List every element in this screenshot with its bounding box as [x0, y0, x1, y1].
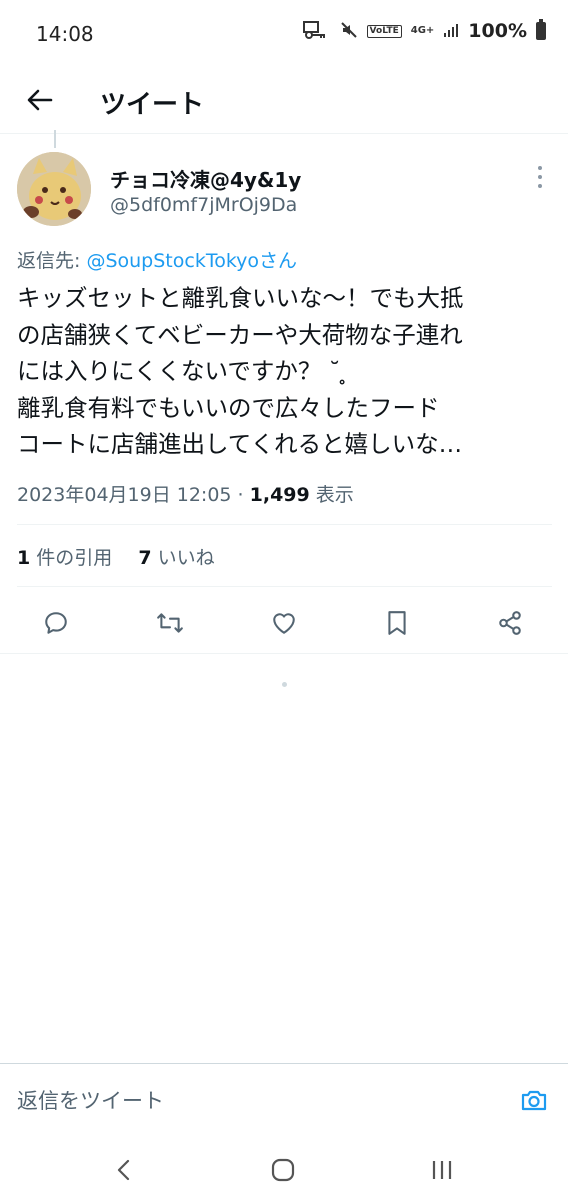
tweet-text: キッズセットと離乳食いいな〜！でも大抵 の店舗狭くてベビーカーや大荷物な子連れ …: [17, 280, 552, 463]
like-label: いいね: [151, 547, 215, 569]
retweet-icon: [157, 613, 183, 633]
avatar[interactable]: [17, 152, 91, 226]
user-handle[interactable]: @5df0mf7jMrOj9Da: [110, 194, 297, 216]
engagement-stats: 1 件の引用 7 いいね: [17, 543, 215, 570]
tweet-meta: 2023年04月19日 12:05 · 1,499 表示: [17, 480, 354, 507]
views-count: 1,499: [249, 484, 310, 506]
system-nav-bar: [0, 1130, 568, 1200]
bookmark-button[interactable]: [377, 603, 417, 643]
reply-input[interactable]: 返信をツイート: [17, 1085, 164, 1115]
reply-to: 返信先: @SoupStockTokyoさん: [17, 246, 297, 273]
quote-label: 件の引用: [30, 547, 113, 569]
quote-count: 1: [17, 547, 31, 569]
display-name[interactable]: チョコ冷凍@4y&1y: [110, 164, 301, 193]
reply-bar-divider: [0, 1063, 568, 1064]
divider: [0, 653, 568, 654]
volte-icon: VoLTE: [366, 24, 402, 38]
home-nav-icon: [271, 1158, 295, 1182]
like-icon: [273, 613, 295, 634]
meta-separator: ·: [231, 484, 250, 506]
battery-percent: 100%: [468, 20, 527, 42]
views-label: 表示: [309, 484, 354, 506]
cast-key-icon: [302, 20, 331, 42]
timestamp[interactable]: 2023年04月19日 12:05: [17, 484, 232, 506]
bookmark-icon: [388, 611, 406, 635]
avatar-image: [17, 152, 91, 226]
network-type-icon: 4G+: [410, 25, 435, 36]
reply-button[interactable]: [36, 603, 76, 643]
divider: [17, 586, 552, 587]
status-bar: 14:08 VoLTE 4G+ 100%: [0, 0, 568, 70]
system-home-button[interactable]: [263, 1150, 303, 1190]
thread-connector-line: [54, 130, 56, 148]
reply-icon: [45, 612, 67, 634]
page-title: ツイート: [100, 90, 205, 120]
more-options-icon[interactable]: [532, 166, 548, 188]
more-dot: [538, 184, 542, 188]
like-button[interactable]: [264, 603, 304, 643]
header-divider: [0, 133, 568, 134]
like-stat[interactable]: 7 いいね: [138, 547, 214, 569]
reply-to-mention[interactable]: @SoupStockTokyoさん: [86, 250, 297, 272]
back-nav-icon: [117, 1159, 130, 1181]
mute-icon: [340, 21, 358, 42]
status-icons: VoLTE 4G+ 100%: [302, 19, 546, 42]
tweet-text-line: 離乳食有料でもいいので広々したフード: [17, 393, 440, 422]
tweet-text-line: には入りにくくないですか？ ˘ ̥: [17, 357, 349, 385]
back-button[interactable]: [18, 78, 62, 122]
quote-stat[interactable]: 1 件の引用: [17, 547, 112, 569]
arrow-left-icon: [27, 89, 53, 111]
like-count: 7: [138, 547, 152, 569]
status-time: 14:08: [36, 22, 94, 46]
battery-icon: [536, 19, 546, 40]
retweet-button[interactable]: [150, 603, 190, 643]
system-recents-button[interactable]: [422, 1150, 462, 1190]
reply-to-prefix: 返信先:: [17, 250, 87, 272]
share-icon: [499, 611, 521, 635]
camera-button[interactable]: [516, 1082, 552, 1118]
signal-icon: [443, 22, 459, 41]
tweet-actions: [0, 595, 568, 649]
top-app-bar: ツイート: [0, 70, 568, 130]
more-dot: [538, 175, 542, 179]
tweet-text-line: キッズセットと離乳食いいな〜！でも大抵: [17, 284, 464, 312]
recents-nav-icon: [432, 1161, 452, 1179]
share-button[interactable]: [490, 603, 530, 643]
loading-dot: [282, 682, 287, 687]
tweet-text-line: コートに店舗進出してくれると嬉しいな…: [17, 430, 463, 458]
system-back-button[interactable]: [104, 1150, 144, 1190]
camera-icon: [521, 1090, 547, 1111]
divider: [17, 524, 552, 525]
tweet-text-line: の店舗狭くてベビーカーや大荷物な子連れ: [17, 320, 463, 349]
more-dot: [538, 166, 542, 170]
